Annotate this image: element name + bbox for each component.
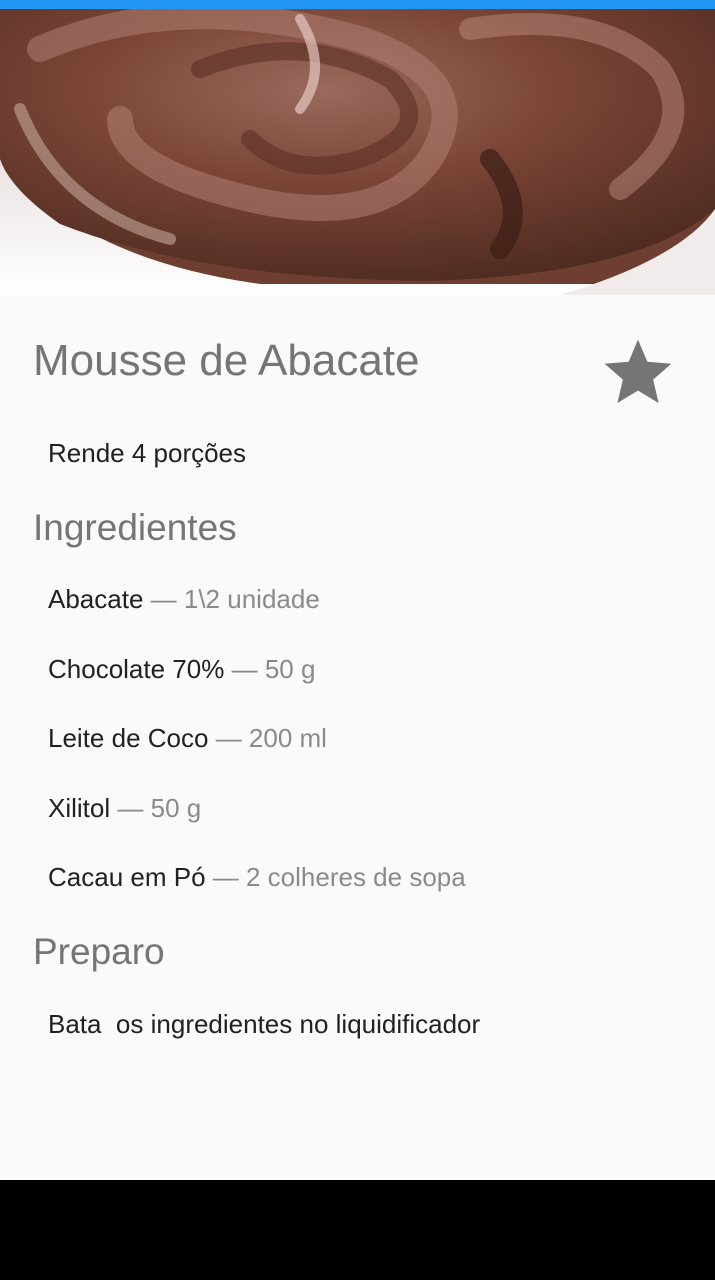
- ingredient-separator: —: [212, 862, 239, 893]
- ingredient-name: Abacate: [48, 584, 144, 614]
- ingredient-name: Cacau em Pó: [48, 862, 206, 893]
- ingredient-item: Xilitol — 50 g: [48, 790, 466, 860]
- ingredient-item: Cacau em Pó — 2 colheres de sopa: [48, 859, 466, 929]
- preparation-step: Bata os ingredientes no liquidificador: [48, 1009, 481, 1039]
- status-bar: [0, 0, 715, 9]
- ingredient-separator: —: [117, 792, 144, 823]
- ingredient-quantity: 2 colheres de sopa: [246, 862, 466, 893]
- preparation-heading: Preparo: [33, 931, 165, 972]
- chocolate-mousse-photo: [0, 9, 715, 295]
- ingredient-quantity: 50 g: [264, 653, 316, 684]
- ingredient-separator: —: [215, 723, 242, 754]
- favorite-button[interactable]: [596, 331, 680, 415]
- ingredients-heading: Ingredientes: [33, 507, 237, 548]
- ingredient-item: Abacate — 1\2 unidade: [48, 581, 466, 651]
- ingredients-list: Abacate — 1\2 unidade Chocolate 70% — 50…: [48, 581, 466, 929]
- ingredient-name: Leite de Coco: [48, 723, 209, 754]
- recipe-hero-image: [0, 9, 715, 295]
- ingredient-separator: —: [150, 584, 177, 614]
- ingredient-separator: —: [231, 653, 258, 684]
- navigation-bar: [0, 1180, 715, 1280]
- ingredient-name: Chocolate 70%: [48, 653, 225, 684]
- ingredient-quantity: 1\2 unidade: [183, 584, 320, 614]
- ingredient-quantity: 200 ml: [248, 723, 327, 754]
- star-icon: [604, 339, 672, 403]
- ingredient-name: Xilitol: [48, 792, 111, 823]
- ingredient-quantity: 50 g: [150, 792, 202, 823]
- recipe-title: Mousse de Abacate: [33, 336, 420, 385]
- servings-text: Rende 4 porções: [48, 438, 247, 468]
- recipe-details: Mousse de Abacate Rende 4 porções Ingred…: [0, 295, 715, 1180]
- ingredient-item: Leite de Coco — 200 ml: [48, 720, 466, 790]
- ingredient-item: Chocolate 70% — 50 g: [48, 651, 466, 721]
